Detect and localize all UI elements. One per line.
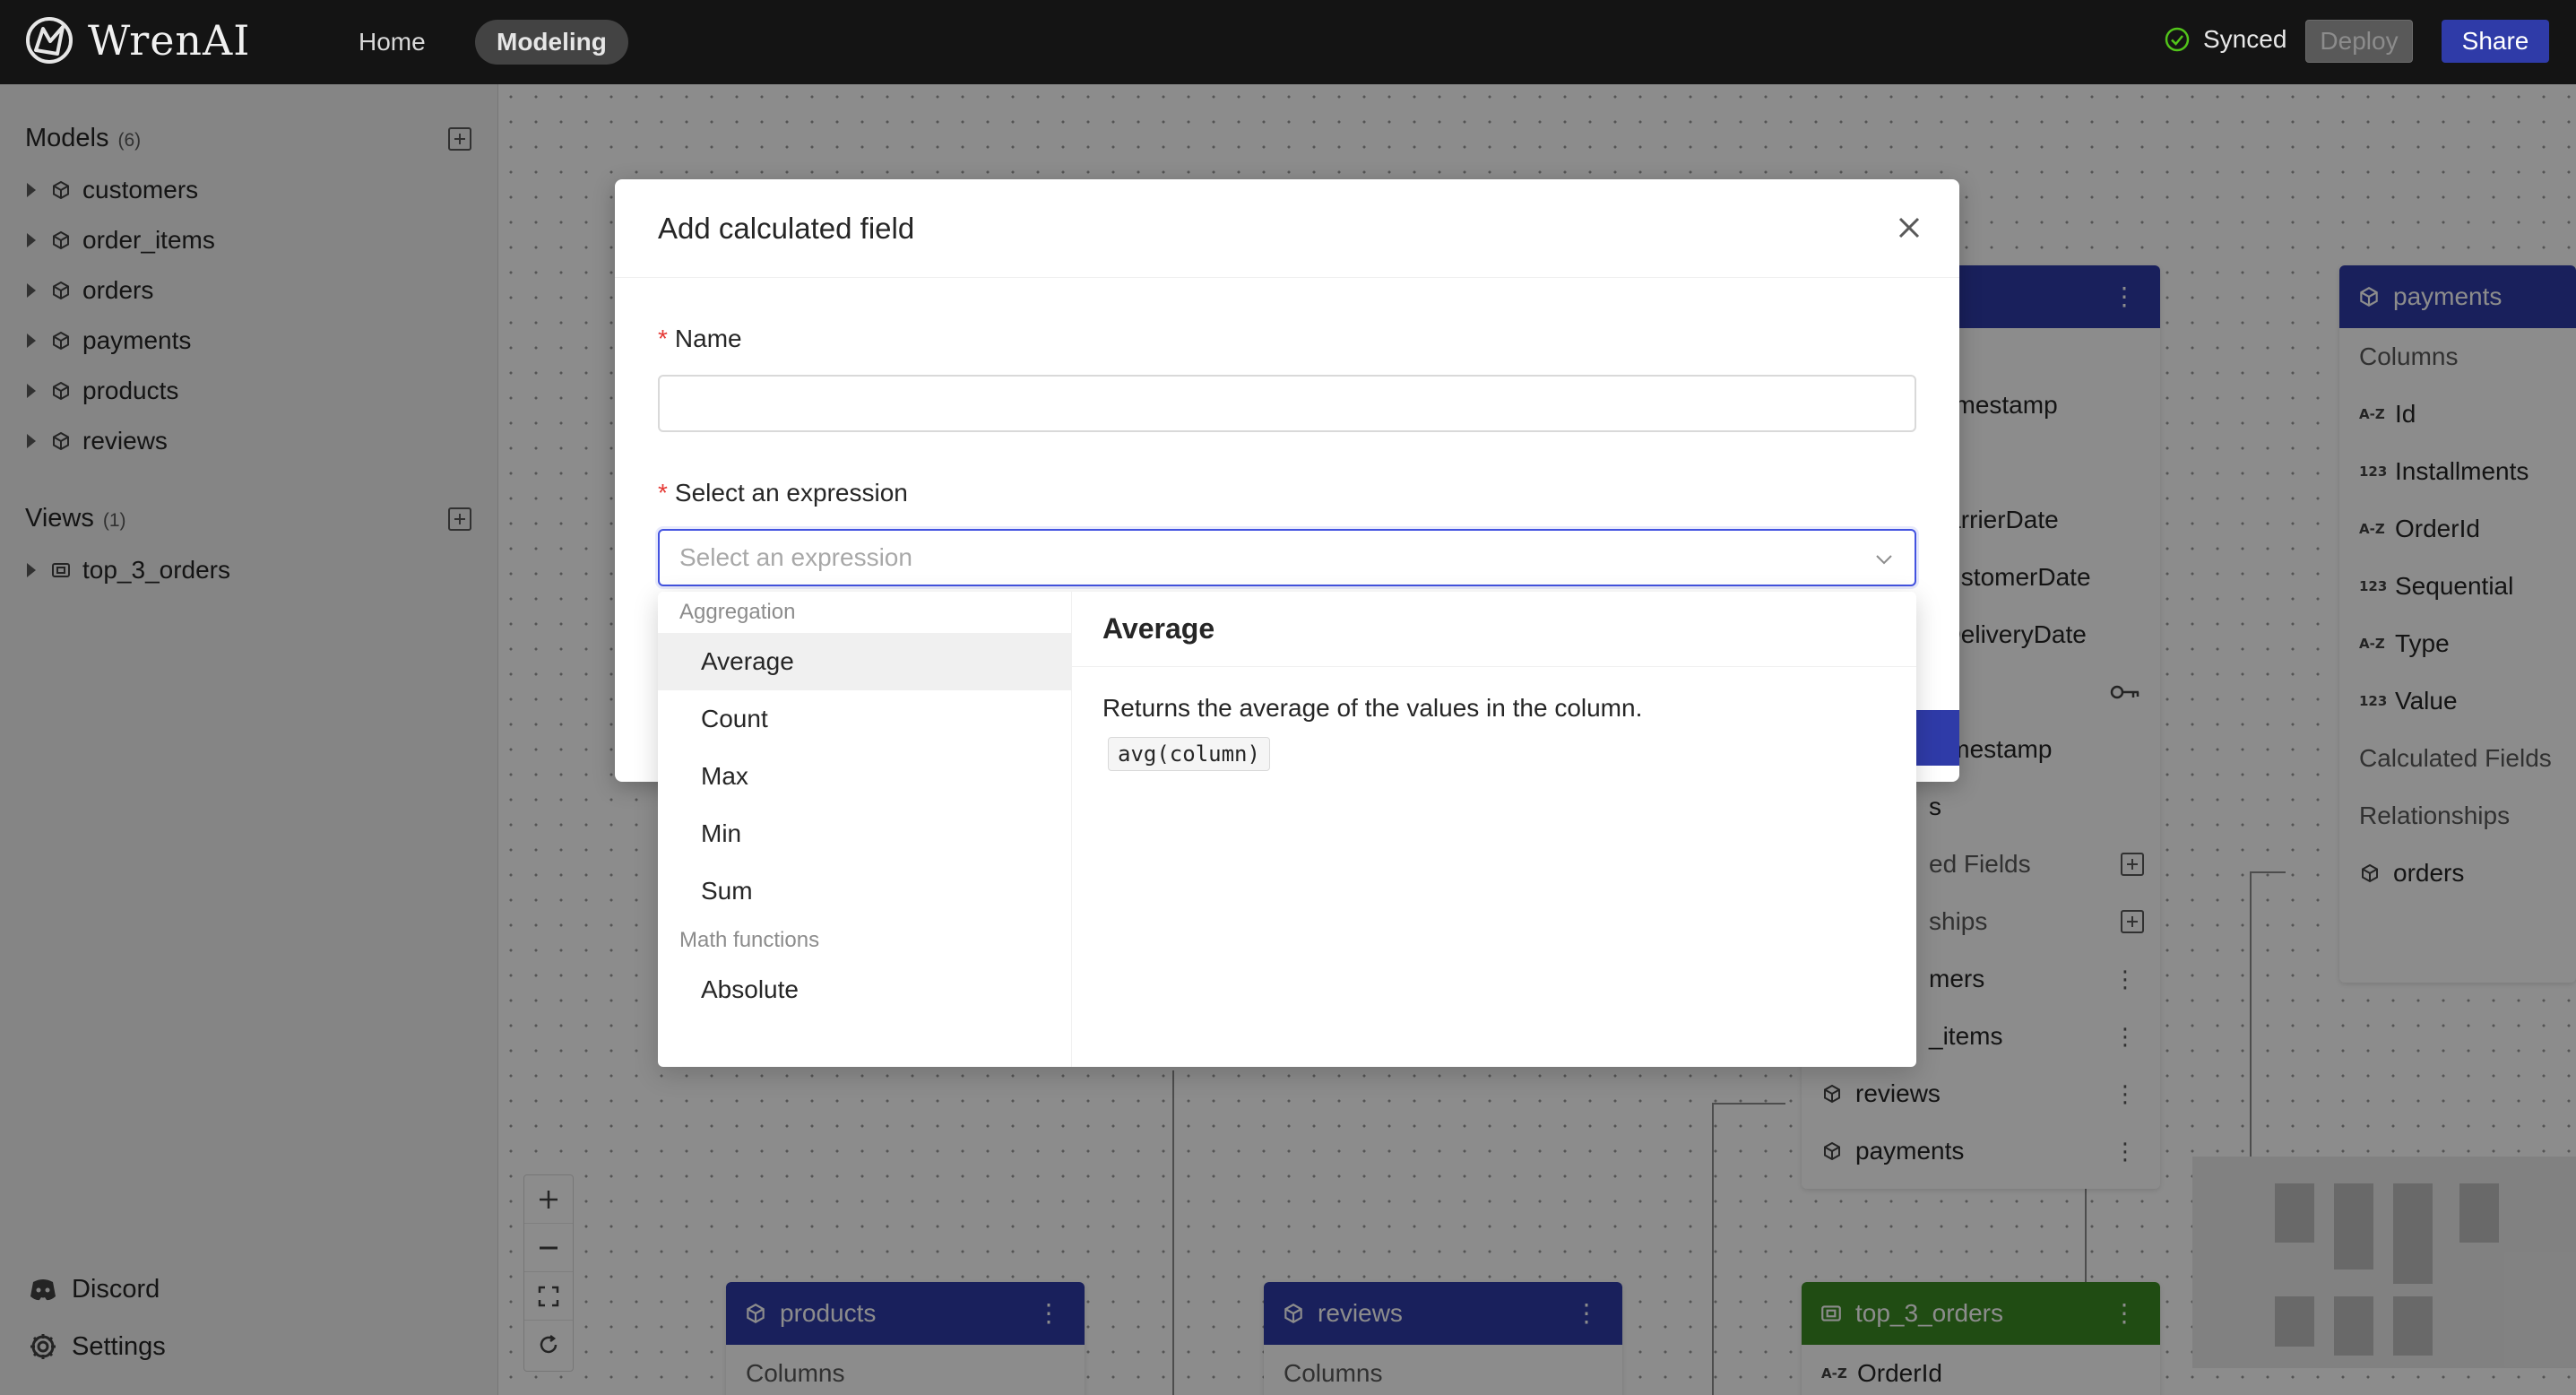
name-label: * Name: [658, 325, 742, 353]
required-asterisk: *: [658, 479, 668, 507]
name-input[interactable]: [658, 375, 1916, 432]
chevron-down-icon: [1876, 555, 1892, 565]
option-count[interactable]: Count: [658, 690, 1071, 748]
modal-header: Add calculated field: [615, 179, 1959, 278]
deploy-button[interactable]: Deploy: [2305, 20, 2413, 63]
expression-detail-description: Returns the average of the values in the…: [1102, 694, 1643, 722]
modal-title: Add calculated field: [658, 211, 915, 245]
expression-label: * Select an expression: [658, 479, 908, 507]
wren-bird-icon: [26, 17, 73, 64]
expression-options-list: Aggregation Average Count Max Min Sum Ma…: [658, 592, 1072, 1067]
expression-detail-panel: Average Returns the average of the value…: [1072, 592, 1916, 1067]
close-icon[interactable]: [1895, 213, 1923, 242]
expression-select-placeholder: Select an expression: [679, 543, 912, 571]
sync-status: Synced: [2164, 25, 2286, 54]
required-asterisk: *: [658, 325, 668, 352]
expression-label-text: Select an expression: [674, 479, 908, 507]
expression-detail-code: avg(column): [1108, 737, 1270, 771]
option-absolute[interactable]: Absolute: [658, 961, 1071, 1018]
nav-home[interactable]: Home: [339, 20, 445, 65]
option-sum[interactable]: Sum: [658, 862, 1071, 920]
option-group-aggregation: Aggregation: [679, 600, 796, 624]
expression-dropdown: Aggregation Average Count Max Min Sum Ma…: [658, 592, 1916, 1067]
option-group-math: Math functions: [679, 928, 820, 952]
logo-text: WrenAI: [88, 16, 251, 65]
expression-detail-title: Average: [1072, 592, 1916, 667]
option-average[interactable]: Average: [658, 633, 1071, 690]
submit-button-partial[interactable]: [1913, 710, 1959, 766]
expression-select[interactable]: Select an expression: [658, 529, 1916, 586]
sync-status-label: Synced: [2203, 25, 2287, 53]
share-button[interactable]: Share: [2442, 20, 2549, 63]
check-circle-icon: [2165, 27, 2190, 52]
name-label-text: Name: [674, 325, 742, 352]
option-min[interactable]: Min: [658, 805, 1071, 862]
nav-modeling[interactable]: Modeling: [475, 20, 628, 65]
top-navigation-bar: WrenAI Home Modeling Synced Deploy Share: [0, 0, 2576, 84]
wrenai-logo[interactable]: WrenAI: [23, 14, 250, 66]
option-max[interactable]: Max: [658, 748, 1071, 805]
